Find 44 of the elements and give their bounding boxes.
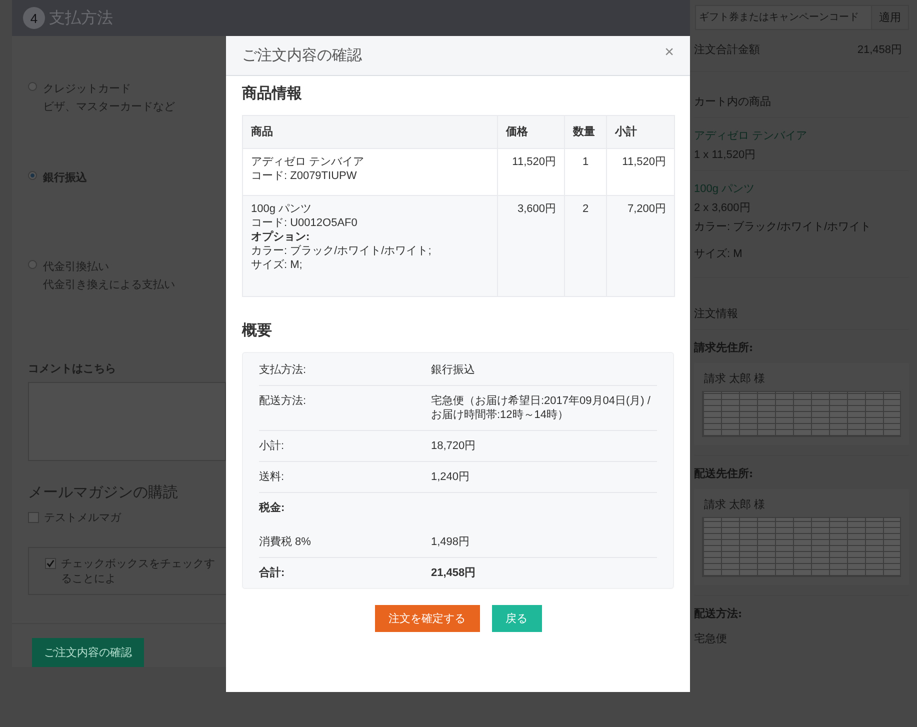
subtotal-cell: 7,200円 xyxy=(606,196,674,296)
summary-value: 銀行振込 xyxy=(431,363,476,377)
column-header: 商品 xyxy=(242,116,498,148)
summary-value: 1,498円 xyxy=(431,535,471,549)
product-name: アディゼロ テンバイア xyxy=(251,155,366,169)
summary-value: 1,240円 xyxy=(431,470,471,484)
product-name: 100g パンツ xyxy=(251,202,313,216)
checkbox[interactable] xyxy=(28,512,39,523)
confirm-order-button[interactable]: ご注文内容の確認 xyxy=(32,638,144,667)
product-link[interactable]: アディゼロ テンバイア xyxy=(694,128,909,143)
summary-label: 配送方法: xyxy=(259,394,308,409)
column-header: 数量 xyxy=(564,116,606,148)
summary-value: 宅急便（お届け希望日:2017年09月04日(月) / お届け時間帯:12時～14時） xyxy=(431,394,652,422)
quantity-cell: 2 xyxy=(564,196,606,296)
section-heading: 概要 xyxy=(242,321,273,340)
column-header: 価格 xyxy=(498,116,564,148)
summary-label: 支払方法: xyxy=(259,363,308,377)
summary-label: 合計: xyxy=(259,566,286,580)
options-label: オプション: xyxy=(251,230,311,244)
close-button[interactable]: × xyxy=(664,44,674,62)
product-option: カラー: ブラック/ホワイト/ホワイト; xyxy=(251,244,489,258)
step-number: 4 xyxy=(23,7,45,29)
summary-value: 18,720円 xyxy=(431,439,477,453)
radio-button[interactable] xyxy=(28,260,37,269)
coupon-field[interactable]: ギフト券またはキャンペーンコード xyxy=(695,5,872,30)
summary-value: 21,458円 xyxy=(431,566,477,580)
checkbox[interactable] xyxy=(45,558,56,569)
section-heading: 商品情報 xyxy=(242,84,303,103)
summary-label: 小計: xyxy=(259,439,286,453)
radio-button[interactable] xyxy=(28,82,37,91)
summary-label: 税金: xyxy=(259,501,286,515)
comment-field[interactable] xyxy=(28,382,226,461)
back-button[interactable]: 戻る xyxy=(492,605,542,632)
column-header: 小計 xyxy=(606,116,674,148)
modal-title: ご注文内容の確認 xyxy=(242,46,362,65)
summary-label: 消費税 8% xyxy=(259,535,312,549)
product-link[interactable]: 100g パンツ xyxy=(694,181,909,196)
summary-label: 送料: xyxy=(259,470,286,484)
product-code: コード: Z0079TIUPW xyxy=(251,169,358,183)
confirm-button[interactable]: 注文を確定する xyxy=(374,605,480,632)
product-option: サイズ: M; xyxy=(251,258,489,272)
price-cell: 3,600円 xyxy=(498,196,564,296)
product-code: コード: U0012O5AF0 xyxy=(251,216,358,230)
radio-button[interactable] xyxy=(28,170,37,180)
